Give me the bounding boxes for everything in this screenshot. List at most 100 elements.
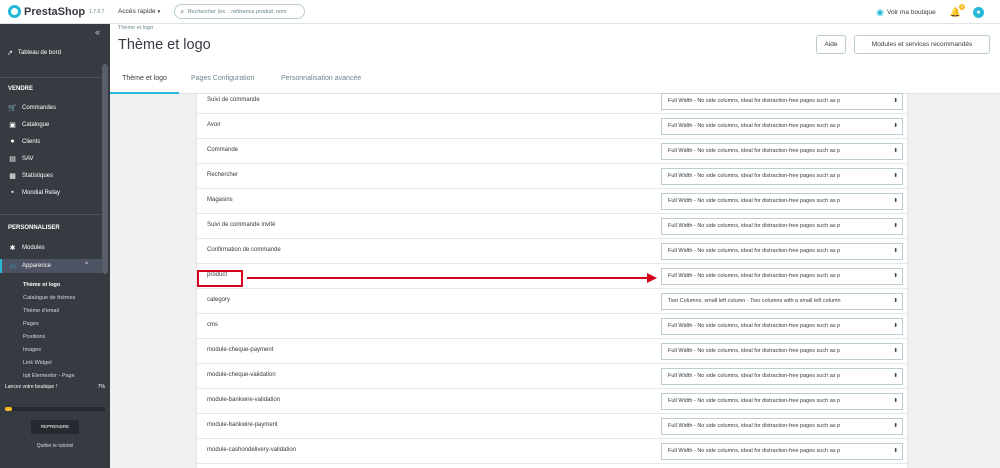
select-caret-icon: ⬍ xyxy=(891,194,898,209)
select-caret-icon: ⬍ xyxy=(891,419,898,434)
divider xyxy=(0,214,102,215)
select-caret-icon: ⬍ xyxy=(891,119,898,134)
sidebar-item-sav[interactable]: ▤ SAV xyxy=(8,155,34,163)
layout-select-value: Full Width - No side columns, ideal for … xyxy=(668,98,841,104)
select-caret-icon: ⬍ xyxy=(891,219,898,234)
layout-select[interactable]: Full Width - No side columns, ideal for … xyxy=(661,368,903,385)
help-button[interactable]: Aide xyxy=(816,35,846,54)
layout-select[interactable]: Full Width - No side columns, ideal for … xyxy=(661,143,903,160)
onboarding-widget: Lancez votre boutique ! 7% REPRENDRE Qui… xyxy=(0,380,110,468)
layout-select[interactable]: Two Columns, small left column - Two col… xyxy=(661,293,903,310)
layout-row: category Two Columns, small left column -… xyxy=(197,289,907,314)
layout-select[interactable]: Full Width - No side columns, ideal for … xyxy=(661,418,903,435)
collapse-sidebar-icon[interactable]: « xyxy=(95,27,100,37)
page-name-label: Suivi de commande invité xyxy=(207,222,276,228)
submenu-positions[interactable]: Positions xyxy=(23,334,45,340)
sidebar-item-catalog[interactable]: ▣ Catalogue xyxy=(8,121,49,129)
page-name-label: module-cheque-validation xyxy=(207,372,276,378)
select-caret-icon: ⬍ xyxy=(891,294,898,309)
breadcrumb[interactable]: Thème et logo xyxy=(118,25,153,31)
chat-icon: ▤ xyxy=(9,156,16,163)
layout-select-value: Full Width - No side columns, ideal for … xyxy=(668,423,841,429)
view-shop-link[interactable]: Voir ma boutique xyxy=(887,9,936,16)
submenu-theme-catalog[interactable]: Catalogue de thèmes xyxy=(23,295,75,301)
select-caret-icon: ⬍ xyxy=(891,394,898,409)
layout-row: Suivi de commande invité Full Width - No … xyxy=(197,214,907,239)
page-name-label: Rechercher xyxy=(207,172,239,178)
layout-select[interactable]: Full Width - No side columns, ideal for … xyxy=(661,218,903,235)
page-name-label: Commande xyxy=(207,147,239,153)
layout-row: module-cashondelivery-validation Full Wid… xyxy=(197,439,907,464)
layout-select[interactable]: Full Width - No side columns, ideal for … xyxy=(661,93,903,110)
sidebar-item-orders[interactable]: 🛒 Commandes xyxy=(8,104,56,112)
search-input[interactable]: ⌕ Rechercher (ex. : référence produit, no… xyxy=(174,4,306,19)
sidebar-item-label: Tableau de bord xyxy=(17,50,61,56)
sidebar-item-label: SAV xyxy=(22,156,34,162)
sidebar-item-stats[interactable]: ▦ Statistiques xyxy=(8,172,53,180)
layout-row: Confirmation de commande Full Width - No … xyxy=(197,239,907,264)
chevron-up-icon: ^ xyxy=(85,262,88,268)
layout-select-value: Full Width - No side columns, ideal for … xyxy=(668,273,841,279)
tab-theme-logo[interactable]: Thème et logo xyxy=(110,66,179,94)
layout-select[interactable]: Full Width - No side columns, ideal for … xyxy=(661,243,903,260)
select-caret-icon: ⬍ xyxy=(891,94,898,109)
notifications-button[interactable]: 🔔 5 xyxy=(950,3,965,18)
layout-row: module-bankwire-payment Full Width - No s… xyxy=(197,414,907,439)
submenu-link-widget[interactable]: Link Widget xyxy=(23,360,52,366)
select-caret-icon: ⬍ xyxy=(891,344,898,359)
submenu-email-theme[interactable]: Thème d'email xyxy=(23,308,59,314)
sidebar-item-label: Commandes xyxy=(22,105,57,111)
layout-row: module-cheque-payment Full Width - No sid… xyxy=(197,339,907,364)
layout-select[interactable]: Full Width - No side columns, ideal for … xyxy=(661,393,903,410)
version-label: 1.7.6.7 xyxy=(89,8,105,15)
layout-select[interactable]: Full Width - No side columns, ideal for … xyxy=(661,118,903,135)
layout-select[interactable]: Full Width - No side columns, ideal for … xyxy=(661,168,903,185)
page-name-label: module-bankwire-validation xyxy=(207,397,281,403)
notification-count: 5 xyxy=(959,3,965,10)
layout-row: module-cheque-validation Full Width - No … xyxy=(197,364,907,389)
sidebar-item-appearance[interactable]: ▭ Apparence ^ xyxy=(0,259,102,273)
layout-select-value: Full Width - No side columns, ideal for … xyxy=(668,373,841,379)
sidebar-scrollbar[interactable] xyxy=(102,64,108,274)
quick-access-menu[interactable]: Accès rapide ▾ xyxy=(118,8,160,15)
select-caret-icon: ⬍ xyxy=(891,144,898,159)
layout-select-value: Full Width - No side columns, ideal for … xyxy=(668,448,841,454)
caret-down-icon: ▾ xyxy=(157,9,161,15)
resume-button[interactable]: REPRENDRE xyxy=(31,420,79,434)
submenu-iqit-elementor[interactable]: Iqit Elementor - Page xyxy=(23,373,75,379)
cart-icon: 🛒 xyxy=(8,105,17,112)
account-button[interactable]: ● xyxy=(973,6,984,18)
sidebar-item-label: Clients xyxy=(22,138,41,145)
section-title-sell: VENDRE xyxy=(8,86,34,92)
sidebar-item-dashboard[interactable]: ↗ Tableau de bord xyxy=(7,49,61,57)
layout-select-value: Full Width - No side columns, ideal for … xyxy=(668,173,841,179)
select-caret-icon: ⬍ xyxy=(891,169,898,184)
puffin-logo-icon xyxy=(8,5,21,18)
puzzle-icon: ✱ xyxy=(9,245,16,252)
eye-icon: ◉ xyxy=(876,6,884,17)
submenu-pages[interactable]: Pages xyxy=(23,321,39,327)
layout-select[interactable]: Full Width - No side columns, ideal for … xyxy=(661,318,903,335)
layout-select-value: Full Width - No side columns, ideal for … xyxy=(668,223,841,229)
submenu-theme-logo[interactable]: Thème et logo xyxy=(23,282,60,288)
layout-select[interactable]: Full Width - No side columns, ideal for … xyxy=(661,443,903,460)
sidebar: « ↗ Tableau de bord VENDRE 🛒 Commandes ▣ Ca… xyxy=(0,24,110,468)
section-title-customize: PERSONNALISER xyxy=(8,225,60,231)
sidebar-item-modules[interactable]: ✱ Modules xyxy=(8,244,45,252)
select-caret-icon: ⬍ xyxy=(891,244,898,259)
recommended-modules-button[interactable]: Modules et services recommandés xyxy=(854,35,990,54)
onboarding-progress-bar xyxy=(5,407,105,411)
layout-row: Avoir Full Width - No side columns, ideal… xyxy=(197,114,907,139)
layout-select[interactable]: Full Width - No side columns, ideal for … xyxy=(661,193,903,210)
layout-select-value: Full Width - No side columns, ideal for … xyxy=(668,123,841,129)
page-header: Thème et logo Thème et logo Aide Modules… xyxy=(110,24,1000,66)
submenu-images[interactable]: Images xyxy=(23,347,41,353)
prestashop-logo[interactable]: PrestaShop 1.7.6.7 xyxy=(8,5,110,18)
layout-select[interactable]: Full Width - No side columns, ideal for … xyxy=(661,343,903,360)
sidebar-item-mondial-relay[interactable]: ▪ Mondial Relay xyxy=(8,189,60,196)
layout-select[interactable]: Full Width - No side columns, ideal for … xyxy=(661,268,903,285)
sidebar-item-customers[interactable]: ● Clients xyxy=(8,138,40,145)
layout-select-value: Full Width - No side columns, ideal for … xyxy=(668,348,841,354)
sidebar-item-label: Statistiques xyxy=(22,173,54,179)
quit-tutorial-link[interactable]: Quitter le tutoriel xyxy=(0,443,110,449)
